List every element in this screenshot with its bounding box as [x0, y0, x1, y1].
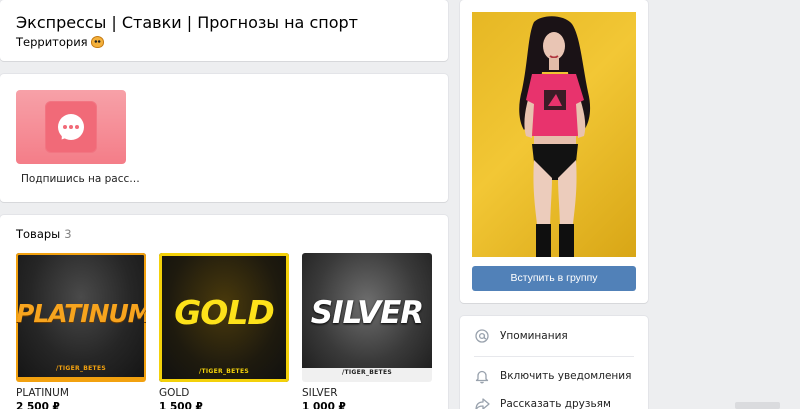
- goods-header[interactable]: Товары 3: [16, 227, 72, 241]
- product-image-text: SILVER: [310, 295, 424, 331]
- at-icon: [474, 328, 490, 344]
- product-card-platinum[interactable]: PLATINUM /TIGER_BETES PLATINUM 2 500 ₽: [16, 253, 146, 409]
- goods-title: Товары: [16, 227, 61, 241]
- product-image-tag: /TIGER_BETES: [199, 368, 249, 375]
- divider: [474, 356, 634, 357]
- product-price: 2 500 ₽: [16, 401, 60, 409]
- action-notifications[interactable]: Включить уведомления: [474, 366, 631, 386]
- group-title: Экспрессы | Ставки | Прогнозы на спорт: [16, 13, 358, 32]
- action-label: Рассказать друзьям: [500, 398, 611, 409]
- product-image[interactable]: PLATINUM /TIGER_BETES: [16, 253, 146, 382]
- horizontal-scrollbar[interactable]: [735, 402, 780, 409]
- group-status: Территория: [16, 35, 104, 49]
- product-image-tag: /TIGER_BETES: [302, 368, 432, 378]
- product-image-text: PLATINUM: [16, 299, 146, 328]
- product-name[interactable]: PLATINUM: [16, 387, 69, 399]
- group-cover-photo[interactable]: [472, 12, 636, 257]
- newsletter-tile[interactable]: [16, 90, 126, 164]
- product-card-silver[interactable]: SILVER /TIGER_BETES SILVER 1 000 ₽: [302, 253, 432, 409]
- product-image-tag: /TIGER_BETES: [56, 365, 106, 372]
- product-image[interactable]: GOLD /TIGER_BETES: [159, 253, 289, 382]
- tiger-emoji-icon: [90, 36, 104, 48]
- cover-person-illustration: [519, 16, 591, 257]
- chat-bubble-icon: [58, 114, 84, 140]
- bell-icon: [474, 368, 490, 384]
- goods-count: 3: [64, 227, 72, 241]
- join-group-button[interactable]: Вступить в группу: [472, 266, 636, 291]
- product-image[interactable]: SILVER /TIGER_BETES: [302, 253, 432, 382]
- share-icon: [474, 396, 490, 409]
- product-price: 1 000 ₽: [302, 401, 346, 409]
- action-share[interactable]: Рассказать друзьям: [474, 394, 611, 409]
- group-actions-block: Упоминания Включить уведомления Рассказа…: [460, 316, 648, 409]
- product-card-gold[interactable]: GOLD /TIGER_BETES GOLD 1 500 ₽: [159, 253, 289, 409]
- group-header: Экспрессы | Ставки | Прогнозы на спорт Т…: [0, 0, 448, 61]
- newsletter-icon-box: [45, 101, 97, 153]
- newsletter-block: Подпишись на расс…: [0, 74, 448, 202]
- action-label: Упоминания: [500, 330, 568, 342]
- product-name[interactable]: SILVER: [302, 387, 338, 399]
- action-label: Включить уведомления: [500, 370, 632, 382]
- product-name[interactable]: GOLD: [159, 387, 189, 399]
- newsletter-label[interactable]: Подпишись на расс…: [21, 173, 140, 185]
- group-status-text: Территория: [16, 35, 88, 49]
- action-mentions[interactable]: Упоминания: [474, 326, 568, 346]
- product-image-text: GOLD: [174, 293, 275, 332]
- goods-block: Товары 3 PLATINUM /TIGER_BETES PLATINUM 2…: [0, 215, 448, 409]
- product-price: 1 500 ₽: [159, 401, 203, 409]
- group-cover-block: Вступить в группу: [460, 0, 648, 303]
